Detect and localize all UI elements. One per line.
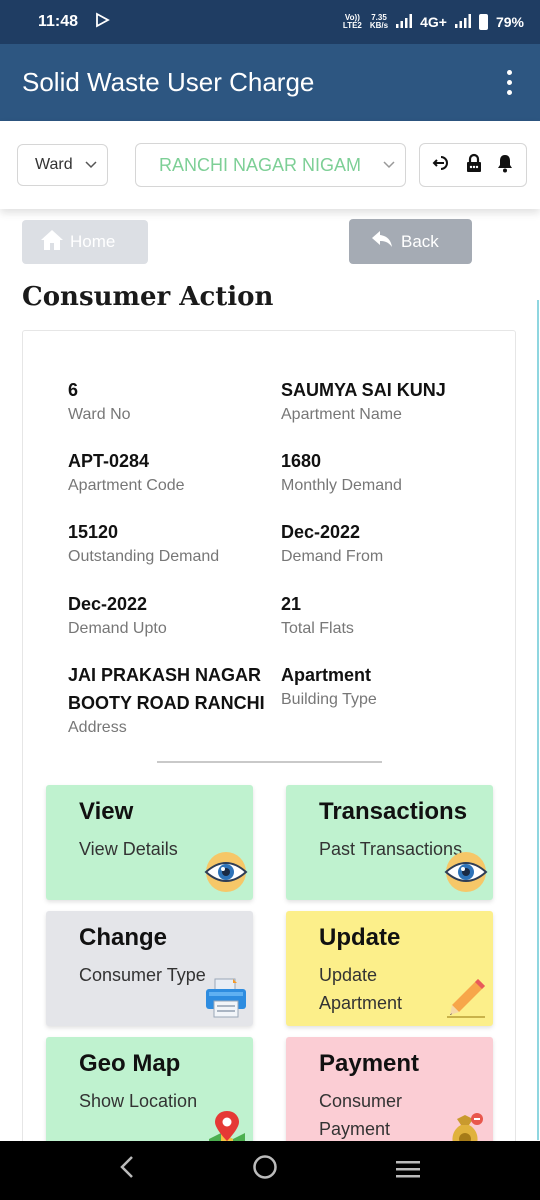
field-outstanding-demand: 15120 Outstanding Demand [68,518,219,568]
transactions-tile[interactable]: Transactions Past Transactions [286,785,493,900]
total-flats-label: Total Flats [281,620,354,637]
ulb-select[interactable]: RANCHI NAGAR NIGAM [135,143,406,187]
back-button[interactable]: Back [349,219,472,264]
update-tile-subtitle: Update Apartment [319,965,403,1013]
chevron-down-icon [383,158,395,172]
view-tile[interactable]: View View Details [46,785,253,900]
play-store-icon [94,12,110,32]
lock-icon[interactable] [465,153,483,178]
nav-back-icon[interactable] [119,1155,135,1186]
demand-from-label: Demand From [281,548,384,565]
demand-upto-label: Demand Upto [68,620,167,637]
transactions-tile-title: Transactions [319,798,468,825]
field-ward-no: 6 Ward No [68,376,131,426]
update-tile[interactable]: Update Update Apartment [286,911,493,1026]
home-icon [40,229,64,256]
app-title: Solid Waste User Charge [22,67,315,97]
status-bar: 11:48 Vo)) LTE2 7.35 KB/s 4G+ 79% [0,0,540,44]
eye-icon [203,851,249,898]
scroll-indicator [537,300,539,1140]
system-nav-bar [0,1141,540,1200]
ulb-select-value: RANCHI NAGAR NIGAM [159,154,362,175]
toolbar-icon-group [419,143,527,187]
geo-map-tile-title: Geo Map [79,1050,181,1077]
signal-icon-2 [454,13,471,31]
app-bar: Solid Waste User Charge [0,44,540,121]
nav-home-icon[interactable] [252,1154,278,1187]
monthly-demand-label: Monthly Demand [281,477,402,494]
apartment-code-value: APT-0284 [68,451,150,471]
ward-select-value: Ward [35,156,73,173]
ward-no-value: 6 [68,380,79,400]
nav-recents-icon[interactable] [395,1155,421,1186]
payment-tile-subtitle: Consumer Payment [319,1091,403,1139]
battery-icon [478,14,488,30]
building-type-label: Building Type [281,691,377,708]
chevron-down-icon [85,158,97,172]
geo-map-tile[interactable]: Geo Map Show Location [46,1037,253,1152]
speed-unit: KB/s [369,21,389,30]
network-type: 4G+ [420,14,447,30]
field-demand-upto: Dec-2022 Demand Upto [68,590,167,640]
section-divider [157,761,382,763]
outstanding-demand-value: 15120 [68,522,119,542]
field-total-flats: 21 Total Flats [281,590,354,640]
eye-icon [443,851,489,898]
field-address: JAI PRAKASH NAGAR BOOTY ROAD RANCHI Addr… [68,661,268,739]
field-monthly-demand: 1680 Monthly Demand [281,447,402,497]
total-flats-value: 21 [281,594,302,614]
home-button[interactable]: Home [22,220,148,264]
monthly-demand-value: 1680 [281,451,322,471]
bell-icon[interactable] [496,153,514,178]
outstanding-demand-label: Outstanding Demand [68,548,220,565]
building-type-value: Apartment [281,665,372,685]
consumer-card: 6 Ward No SAUMYA SAI KUNJ Apartment Name… [22,330,516,1160]
page-title: Consumer Action [22,282,274,312]
pencil-icon [445,975,489,1024]
payment-tile-title: Payment [319,1050,420,1077]
home-button-label: Home [70,232,116,251]
demand-upto-value: Dec-2022 [68,594,148,614]
more-vertical-icon[interactable] [501,64,518,101]
field-demand-from: Dec-2022 Demand From [281,518,383,568]
volte-indicator: Vo)) LTE2 [343,14,362,30]
field-apartment-code: APT-0284 Apartment Code [68,447,185,497]
demand-from-value: Dec-2022 [281,522,361,542]
ward-no-label: Ward No [68,406,131,423]
field-apartment-name: SAUMYA SAI KUNJ Apartment Name [281,376,446,426]
view-tile-title: View [79,798,134,825]
address-value: JAI PRAKASH NAGAR BOOTY ROAD RANCHI [68,665,265,713]
apartment-code-label: Apartment Code [68,477,185,494]
network-speed: 7.35 KB/s [370,14,388,30]
change-tile[interactable]: Change Consumer Type [46,911,253,1026]
field-building-type: Apartment Building Type [281,661,377,711]
apartment-name-value: SAUMYA SAI KUNJ [281,380,446,400]
update-tile-title: Update [319,924,401,951]
battery-level: 79% [495,14,524,30]
signal-icon [396,13,413,31]
apartment-name-label: Apartment Name [281,406,402,423]
filter-toolbar: Ward RANCHI NAGAR NIGAM [0,121,540,209]
address-label: Address [68,719,127,736]
lte-text: LTE2 [342,21,362,30]
payment-tile[interactable]: Payment Consumer Payment [286,1037,493,1152]
status-time: 11:48 [38,13,79,30]
ward-select[interactable]: Ward [17,144,108,186]
reply-arrow-icon [371,230,393,253]
change-tile-title: Change [79,924,168,951]
printer-icon [203,977,249,1024]
logout-icon[interactable] [432,153,452,178]
back-button-label: Back [401,231,439,251]
